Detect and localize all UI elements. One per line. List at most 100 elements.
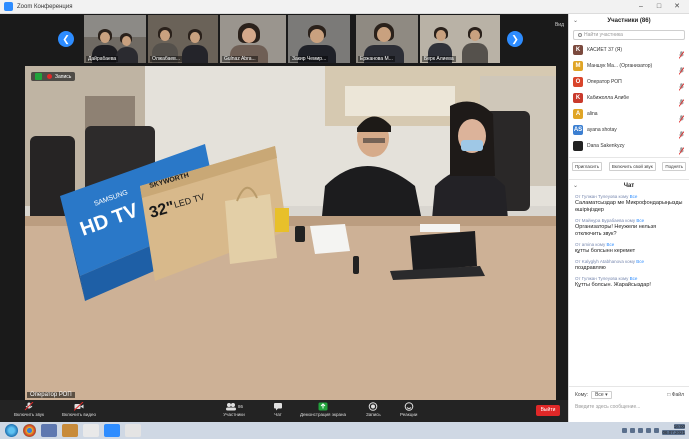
chat-panel-title: Чат [623,183,635,189]
invite-button[interactable]: Пригласить [572,162,603,171]
muted-mic-icon [678,110,685,123]
video-scene: HD TV SAMSUNG 32" LED TV SKYWORTH [25,66,556,400]
participant-name: Кабижолла Алибе [587,95,630,101]
reactions-button[interactable]: Реакции [400,402,417,417]
close-icon[interactable]: ✕ [669,2,685,11]
participant-row[interactable]: K КАСИЕТ 37 (Я) [569,42,689,59]
view-button[interactable]: Вид [555,22,564,28]
chat-sender-name: От amina кому [575,242,606,247]
zoom-taskbar-icon[interactable] [104,424,120,437]
participant-search-input[interactable]: Найти участника [573,30,685,40]
window-controls: – □ ✕ [633,2,685,11]
participant-actions: Пригласить Включить свой звук Поднять [569,157,689,171]
muted-mic-icon [678,142,685,155]
chat-message-sender: От amina кому Все [575,242,683,247]
tray-icon[interactable] [654,427,660,433]
window-title-bar: Zoom Конференция – □ ✕ [0,0,689,14]
file-button[interactable]: □ Файл [667,392,684,398]
raise-hand-button[interactable]: Поднять [662,162,686,171]
share-screen-icon [318,402,328,411]
chevron-down-icon[interactable]: ⌄ [573,14,578,28]
chat-composer: Кому: Все ▾ □ Файл Введите здесь сообщен… [569,386,689,422]
chat-recipient: Все [606,242,615,247]
participants-button[interactable]: 86 Участники [222,402,246,417]
record-icon [368,402,378,411]
recipient-select[interactable]: Все ▾ [591,391,612,399]
avatar: K [573,45,583,55]
avatar [573,141,583,151]
reactions-label: Реакции [400,412,418,417]
file-label: Файл [671,392,684,398]
tray-icon[interactable] [646,427,652,433]
participant-name: Оператор РОП [587,79,622,85]
avatar: K [573,93,583,103]
chevron-down-icon[interactable]: ⌄ [573,180,578,193]
to-label: Кому: [575,392,589,398]
gallery-tile[interactable]: Gulnaz Abra... [220,15,286,63]
gallery-tile[interactable]: Дайрабаева [84,15,146,63]
unmute-button[interactable]: Включить звук [14,402,44,417]
gallery-tile[interactable]: Берк Алиева [420,15,500,63]
muted-mic-icon [24,402,34,411]
minimize-icon[interactable]: – [633,2,649,11]
search-placeholder: Найти участника [584,32,623,38]
participant-name: ayana shotay [587,127,617,133]
chat-messages: От Гулжан Тулеуова кому Все Саламатсыздар… [569,192,689,291]
meeting-toolbar: Включить звук Включить видео 86 Участник… [0,400,568,422]
chat-button[interactable]: Чат [273,402,283,417]
chat-message-text: поздравляю [575,265,606,271]
start-video-button[interactable]: Включить видео [62,402,96,417]
participant-name: Маншук Ма... (Организатор) [587,63,653,69]
gallery-tile-name: Ержанова М... [358,56,395,62]
participant-row[interactable]: M Маншук Ма... (Организатор) [569,58,689,75]
participant-row[interactable]: AS ayana shotay [569,122,689,139]
tray-icon[interactable] [630,427,636,433]
muted-mic-icon [678,62,685,75]
gallery-tile[interactable]: Закир Чемир... [288,15,350,63]
tray-icon[interactable] [638,427,644,433]
gallery-tile-name: Берк Алиева [422,56,456,62]
files-app-icon[interactable] [62,424,78,437]
gallery-tile[interactable]: Ержанова М... [356,15,418,63]
participant-row[interactable]: Aalina [569,106,689,123]
participant-row[interactable]: O Оператор РОП [569,74,689,91]
clock-date: 06.07.2021 [662,430,685,435]
chat-message: От Майнура Бурабаева кому Все Организатор… [569,216,689,240]
chat-message: От Гулжан Тулеуова кому Все Саламатсыздар… [569,192,689,216]
gallery-tile[interactable]: Олжабаев... [148,15,218,63]
unmute-me-button[interactable]: Включить свой звук [608,162,656,171]
active-speaker-name: Оператор РОП [27,392,75,398]
tray-icon[interactable] [622,427,628,433]
os-taskbar: 16:00 06.07.2021 [0,422,689,439]
chat-icon [273,402,283,411]
leave-meeting-button[interactable]: Выйти [536,405,560,416]
participants-label: Участники [223,412,245,417]
clock-time: 16:00 [673,424,685,429]
share-screen-label: Демонстрация экрана [300,412,346,417]
share-screen-button[interactable]: Демонстрация экрана [300,402,346,417]
chat-message: От Kalyglyh Atabhanova кому Все поздравля… [569,257,689,274]
chat-message-sender: От Майнура Бурабаева кому Все [575,218,683,223]
system-clock[interactable]: 16:00 06.07.2021 [662,424,685,436]
calculator-icon[interactable] [125,424,141,437]
chat-recipient: Все [629,276,638,281]
participant-name: КАСИЕТ 37 (Я) [587,47,623,53]
maximize-icon[interactable]: □ [651,2,667,11]
start-video-label: Включить видео [62,412,96,417]
side-panel: ⌄ Участники (86) Найти участника K КАСИЕТ… [568,14,689,422]
participant-row[interactable]: Dana Sakenkyzy [569,138,689,155]
mail-app-icon[interactable] [41,424,57,437]
chat-message-input[interactable]: Введите здесь сообщение... [569,399,689,415]
gallery-tile-name: Gulnaz Abra... [222,56,258,62]
record-button[interactable]: Запись [366,402,381,417]
participant-row[interactable]: K Кабижолла Алибе [569,90,689,107]
media-player-icon[interactable] [83,424,99,437]
file-icon: □ [667,392,671,398]
system-tray: 16:00 06.07.2021 [622,424,685,436]
recording-label: Запись [55,73,72,80]
avatar: A [573,109,583,119]
gallery-prev-button[interactable]: ❮ [58,31,74,47]
gallery-next-button[interactable]: ❯ [507,31,523,47]
start-button-icon[interactable] [5,424,18,437]
chrome-icon[interactable] [23,424,36,437]
